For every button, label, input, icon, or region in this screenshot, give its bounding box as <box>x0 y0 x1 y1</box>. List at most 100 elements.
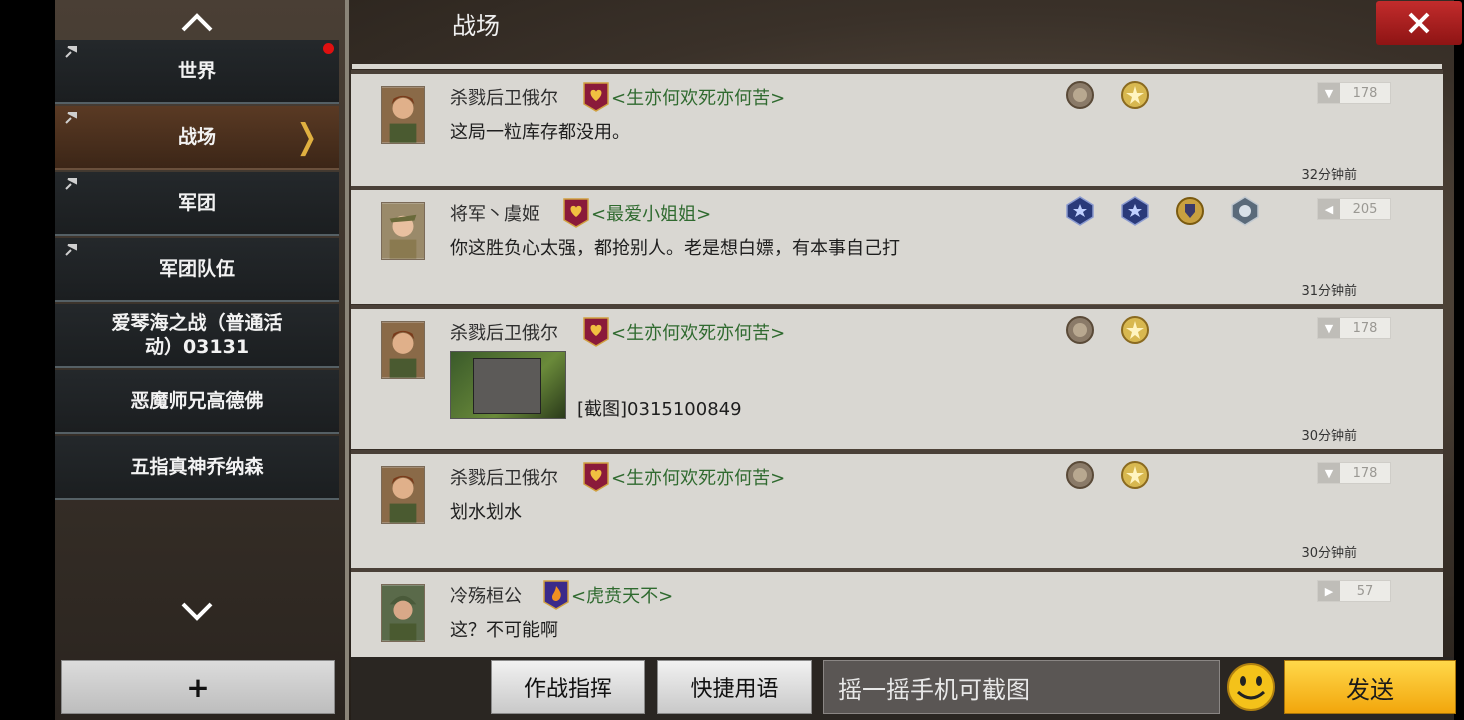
channel-battlefield[interactable]: 战场 ❭ <box>55 106 339 170</box>
avatar[interactable] <box>381 202 425 260</box>
channel-world[interactable]: 世界 <box>55 40 339 104</box>
channel-label: 世界 <box>177 60 216 82</box>
plus-icon: + <box>186 670 210 704</box>
level-badge: ▼ 178 <box>1317 462 1391 484</box>
close-icon <box>1408 12 1430 34</box>
level-badge: ▼ 178 <box>1317 82 1391 104</box>
chat-input-placeholder: 摇一摇手机可截图 <box>838 675 1030 704</box>
emoji-icon[interactable] <box>1226 662 1276 712</box>
channel-private-1[interactable]: 恶魔师兄高德佛 <box>55 370 339 434</box>
silver-star-medal-icon <box>1231 196 1259 226</box>
level-badge: ◀ 205 <box>1317 198 1391 220</box>
level-badge: ▶ 57 <box>1317 580 1391 602</box>
avatar[interactable] <box>381 466 425 524</box>
guild-name[interactable]: <虎贲天不> <box>571 582 673 608</box>
screen-edge-right <box>1454 0 1464 720</box>
rank-chevron-icon: ▼ <box>1318 83 1340 103</box>
bronze-medal-icon <box>1066 316 1094 344</box>
screen-edge-left <box>0 0 55 720</box>
chevron-right-icon: ❭ <box>292 117 322 157</box>
gold-shield-medal-icon <box>1176 197 1204 225</box>
gold-star-medal-icon <box>1121 81 1149 109</box>
screenshot-caption: [截图]0315100849 <box>577 399 742 420</box>
channel-aegean-battle[interactable]: 爱琴海之战（普通活动）03131 <box>55 304 339 368</box>
channel-legion[interactable]: 军团 <box>55 172 339 236</box>
rank-chevron-icon: ◀ <box>1318 199 1340 219</box>
avatar[interactable] <box>381 584 425 642</box>
guild-name[interactable]: <生亦何欢死亦何苦> <box>611 319 785 345</box>
bronze-medal-icon <box>1066 461 1094 489</box>
sender-name[interactable]: 杀戮后卫俄尔 <box>450 319 558 345</box>
message-text: 划水划水 <box>450 502 522 523</box>
chat-message: 杀戮后卫俄尔 <生亦何欢死亦何苦> ▼ 178 [截图]0315100849 3… <box>351 305 1443 449</box>
close-button[interactable] <box>1376 1 1462 45</box>
pin-icon <box>65 244 77 256</box>
chat-input[interactable]: 摇一摇手机可截图 <box>823 660 1220 714</box>
channel-legion-team[interactable]: 军团队伍 <box>55 238 339 302</box>
level-number: 178 <box>1352 85 1378 101</box>
channel-label: 战场 <box>177 126 216 148</box>
avatar[interactable] <box>381 86 425 144</box>
chat-message: 冷殇桓公 <虎贲天不> ▶ 57 这？不可能啊 <box>351 568 1443 661</box>
chat-message: 将军丶虞姬 <最爱小姐姐> ◀ 205 你这胜负心太强，都抢别人。老是想白嫖，有… <box>351 186 1443 304</box>
scroll-up-button[interactable] <box>55 4 339 40</box>
message-time: 30分钟前 <box>1301 546 1357 561</box>
channel-label: 恶魔师兄高德佛 <box>130 390 264 412</box>
message-time: 31分钟前 <box>1301 284 1357 299</box>
header-divider <box>352 64 1442 69</box>
rank-chevron-icon: ▼ <box>1318 318 1340 338</box>
channel-label: 爱琴海之战（普通活动）03131 <box>111 312 283 358</box>
channel-label: 五指真神乔纳森 <box>130 456 264 478</box>
level-badge: ▼ 178 <box>1317 317 1391 339</box>
avatar[interactable] <box>381 321 425 379</box>
sender-name[interactable]: 冷殇桓公 <box>450 582 522 608</box>
channel-sidebar: 世界 战场 ❭ 军团 军团队伍 爱琴海之战（普通活动）03131 恶魔师兄高德佛… <box>55 0 345 720</box>
message-text: 你这胜负心太强，都抢别人。老是想白嫖，有本事自己打 <box>450 238 900 259</box>
message-text: 这局一粒库存都没用。 <box>450 122 630 143</box>
guild-heart-icon <box>583 462 609 492</box>
sender-name[interactable]: 杀戮后卫俄尔 <box>450 464 558 490</box>
guild-heart-icon <box>583 82 609 112</box>
blue-star-medal-icon <box>1066 196 1094 226</box>
pin-icon <box>65 46 77 58</box>
level-number: 178 <box>1352 465 1378 481</box>
chat-message: 杀戮后卫俄尔 <生亦何欢死亦何苦> ▼ 178 划水划水 30分钟前 <box>351 450 1443 571</box>
screenshot-thumbnail[interactable] <box>450 351 566 419</box>
message-time: 32分钟前 <box>1301 168 1357 183</box>
message-time: 30分钟前 <box>1301 429 1357 444</box>
guild-name[interactable]: <生亦何欢死亦何苦> <box>611 84 785 110</box>
thumbnail-preview-panel <box>473 358 541 414</box>
battle-command-label: 作战指挥 <box>523 677 612 702</box>
page-title: 战场 <box>452 12 500 40</box>
guild-flame-icon <box>543 580 569 610</box>
pin-icon <box>65 178 77 190</box>
unread-dot <box>323 43 334 54</box>
quick-phrases-button[interactable]: 快捷用语 <box>657 660 812 714</box>
bronze-medal-icon <box>1066 81 1094 109</box>
sender-name[interactable]: 将军丶虞姬 <box>450 200 540 226</box>
sender-name[interactable]: 杀戮后卫俄尔 <box>450 84 558 110</box>
blue-star-medal-icon <box>1121 196 1149 226</box>
channel-label: 军团队伍 <box>158 258 235 280</box>
guild-name[interactable]: <最爱小姐姐> <box>591 200 711 226</box>
add-channel-button[interactable]: + <box>61 660 335 714</box>
gold-star-medal-icon <box>1121 316 1149 344</box>
chat-message: 杀戮后卫俄尔 <生亦何欢死亦何苦> ▼ 178 这局一粒库存都没用。 32分钟前 <box>351 70 1443 188</box>
channel-private-2[interactable]: 五指真神乔纳森 <box>55 436 339 500</box>
battle-command-button[interactable]: 作战指挥 <box>491 660 645 714</box>
gold-star-medal-icon <box>1121 461 1149 489</box>
quick-phrases-label: 快捷用语 <box>690 677 779 702</box>
message-text: 这？不可能啊 <box>450 620 558 641</box>
send-button[interactable]: 发送 <box>1284 660 1456 714</box>
rank-chevron-icon: ▶ <box>1318 581 1340 601</box>
guild-heart-icon <box>583 317 609 347</box>
pin-icon <box>65 112 77 124</box>
chevron-down-icon <box>181 602 213 621</box>
level-number: 57 <box>1356 583 1374 599</box>
level-number: 178 <box>1352 320 1378 336</box>
scroll-down-button[interactable] <box>55 594 339 630</box>
guild-heart-icon <box>563 198 589 228</box>
chevron-up-icon <box>181 13 213 32</box>
level-number: 205 <box>1352 201 1378 217</box>
guild-name[interactable]: <生亦何欢死亦何苦> <box>611 464 785 490</box>
